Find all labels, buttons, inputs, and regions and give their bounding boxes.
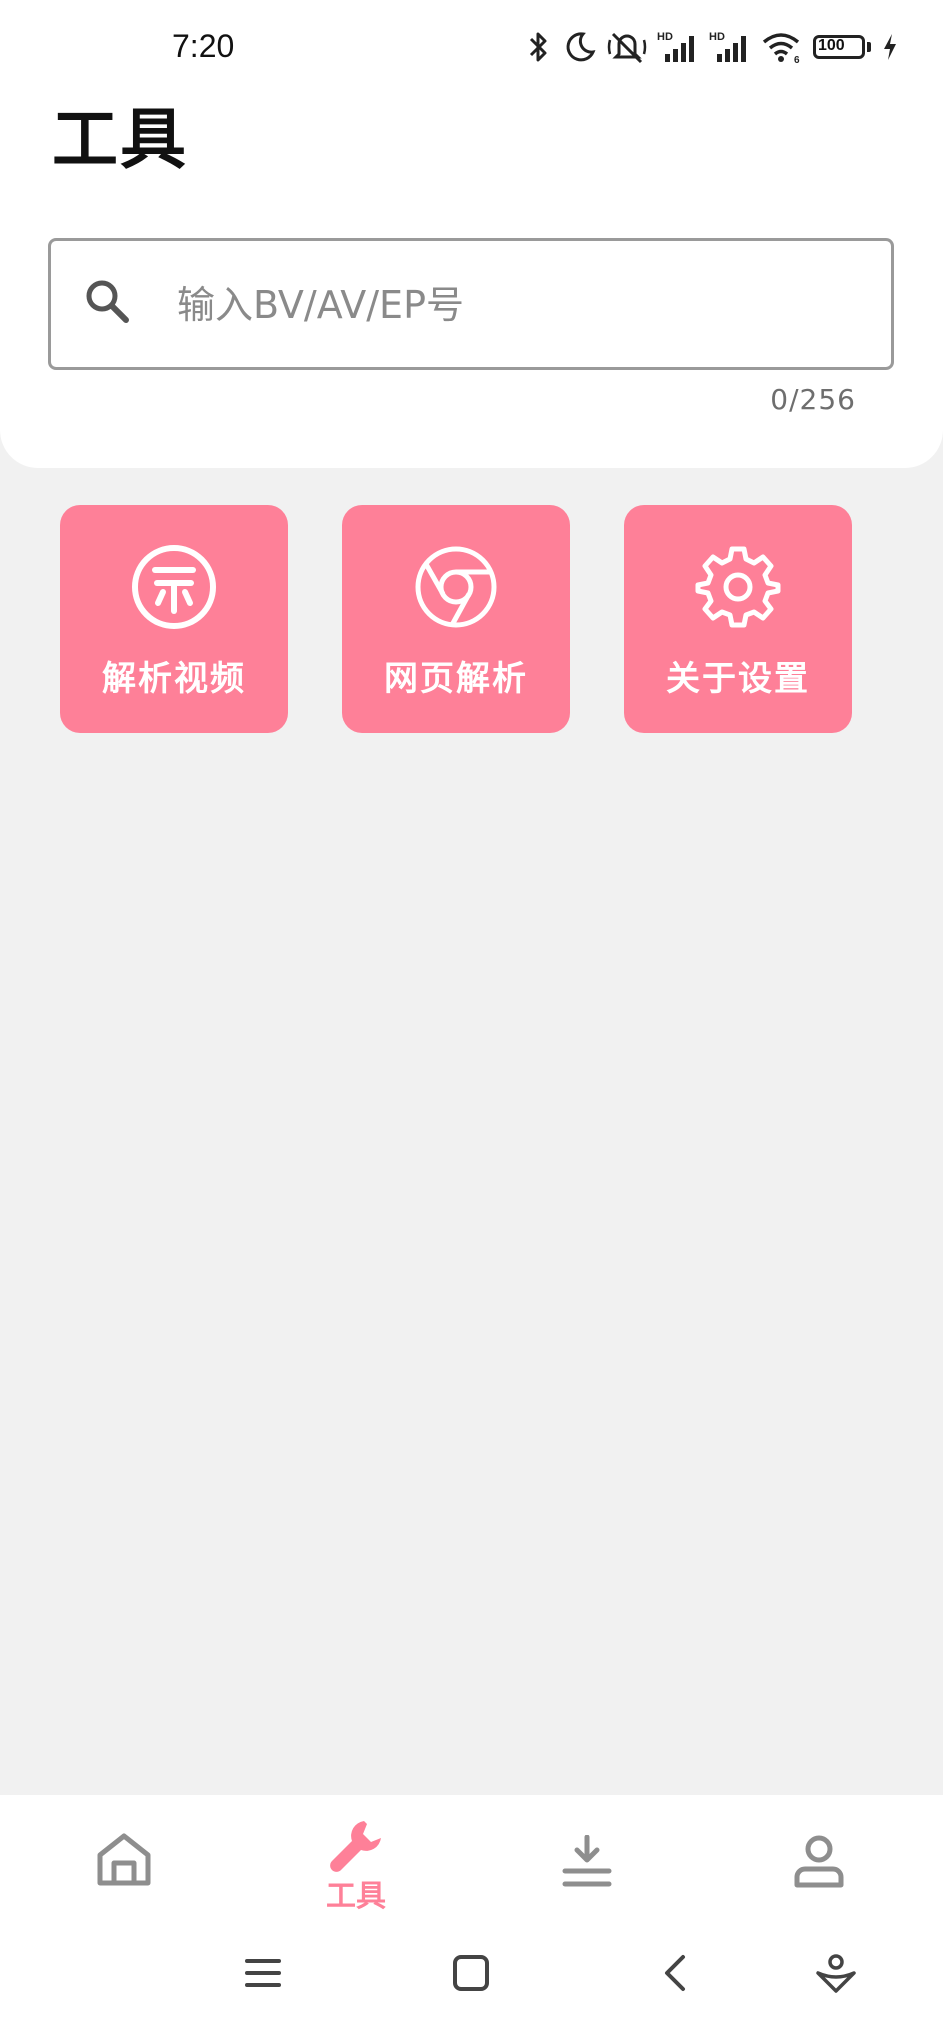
svg-text:HD: HD <box>709 31 725 43</box>
status-icons: HD HD 6 100 <box>523 30 899 64</box>
status-time: 7:20 <box>172 28 235 64</box>
nav-profile[interactable] <box>739 1795 899 1925</box>
charging-icon <box>881 32 899 62</box>
web-parse-button[interactable]: 网页解析 <box>342 505 570 733</box>
assistant-icon <box>816 1954 856 1993</box>
moon-icon <box>563 30 597 64</box>
system-nav-bar <box>0 1935 943 2041</box>
coin-icon <box>130 543 218 631</box>
home-icon <box>97 1833 151 1886</box>
page-title: 工具 <box>52 101 188 178</box>
nav-tools-label: 工具 <box>326 1879 386 1914</box>
home-square-icon <box>453 1955 489 1991</box>
search-box[interactable] <box>48 238 894 370</box>
search-icon <box>83 277 131 329</box>
about-settings-button[interactable]: 关于设置 <box>624 505 852 733</box>
mute-icon <box>607 30 647 64</box>
chrome-icon <box>412 543 500 631</box>
user-icon <box>794 1835 844 1888</box>
tool-grid: 解析视频 网页解析 关于设置 <box>60 505 852 733</box>
wrench-icon <box>330 1821 381 1872</box>
wifi-icon: 6 <box>761 30 803 64</box>
menu-icon <box>245 1959 281 1987</box>
gear-icon <box>694 543 782 631</box>
menu-button[interactable] <box>233 1953 293 2013</box>
hd-signal-icon: HD <box>657 30 699 64</box>
nav-download[interactable] <box>507 1795 667 1925</box>
assistant-button[interactable] <box>806 1953 866 2013</box>
back-button[interactable] <box>647 1953 707 2013</box>
bluetooth-icon <box>523 30 553 64</box>
home-square-button[interactable] <box>441 1953 501 2013</box>
status-bar: 7:20 HD HD 6 100 <box>0 0 943 100</box>
svg-text:HD: HD <box>657 31 673 43</box>
tool-label: 关于设置 <box>666 659 810 699</box>
battery-icon: 100 <box>813 35 871 59</box>
char-counter: 0/256 <box>770 383 856 416</box>
nav-tools[interactable]: 工具 <box>276 1795 436 1925</box>
nav-home[interactable] <box>44 1795 204 1925</box>
tool-label: 解析视频 <box>102 659 246 699</box>
search-input[interactable] <box>175 241 869 369</box>
parse-video-button[interactable]: 解析视频 <box>60 505 288 733</box>
tool-label: 网页解析 <box>384 659 528 699</box>
download-icon <box>562 1835 612 1887</box>
back-icon <box>665 1955 685 1991</box>
hd-signal-icon: HD <box>709 30 751 64</box>
svg-text:6: 6 <box>794 55 800 64</box>
